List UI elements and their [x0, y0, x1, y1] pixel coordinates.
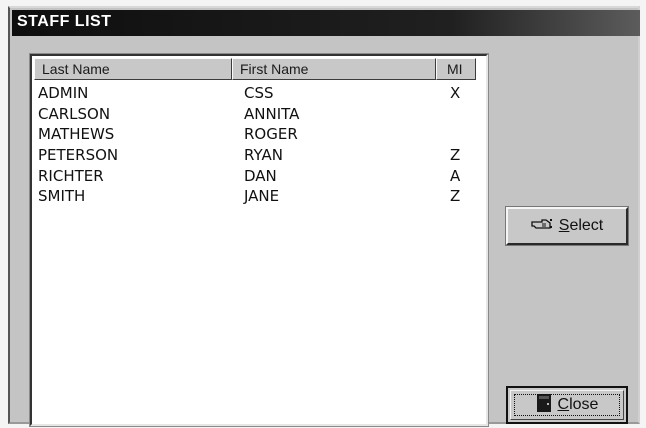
list-rows: ADMIN CSS X CARLSON ANNITA MATHEWS ROGER…	[34, 83, 480, 207]
cell-last-name: RICHTER	[38, 166, 104, 185]
cell-first-name: ANNITA	[244, 104, 300, 123]
cell-mi: X	[450, 84, 461, 102]
staff-list-window: STAFF LIST Last Name First Name MI ADMIN…	[8, 6, 640, 427]
close-button-label: Close	[557, 396, 599, 413]
cell-first-name: RYAN	[244, 146, 283, 165]
column-header-mi[interactable]: MI	[436, 58, 476, 80]
door-icon	[536, 393, 552, 418]
cell-mi: Z	[450, 187, 461, 206]
cell-first-name: DAN	[244, 166, 277, 185]
cell-last-name: MATHEWS	[38, 125, 115, 144]
column-header-first-name[interactable]: First Name	[232, 58, 436, 80]
title-bar[interactable]: STAFF LIST	[12, 10, 640, 36]
select-button[interactable]: Select	[505, 206, 629, 246]
staff-list-view[interactable]: Last Name First Name MI ADMIN CSS X CARL…	[29, 53, 489, 427]
list-row[interactable]: RICHTER DAN A	[34, 166, 480, 187]
list-row[interactable]: PETERSON RYAN Z	[34, 145, 480, 166]
list-row[interactable]: SMITH JANE Z	[34, 186, 480, 207]
cell-mi: Z	[450, 146, 461, 165]
list-header: Last Name First Name MI	[34, 58, 476, 80]
cell-last-name: SMITH	[38, 187, 86, 206]
close-button-face: Close	[510, 390, 624, 420]
window-title: STAFF LIST	[17, 13, 112, 30]
select-button-label: Select	[558, 217, 604, 234]
cell-last-name: PETERSON	[38, 146, 119, 165]
list-row[interactable]: MATHEWS ROGER	[34, 124, 480, 145]
close-button[interactable]: Close	[506, 386, 628, 424]
column-header-last-name[interactable]: Last Name	[34, 58, 232, 80]
cell-last-name: ADMIN	[38, 84, 89, 102]
list-row[interactable]: CARLSON ANNITA	[34, 104, 480, 125]
list-row[interactable]: ADMIN CSS X	[34, 83, 480, 104]
cell-first-name: JANE	[244, 187, 280, 206]
cell-first-name: CSS	[244, 84, 274, 102]
cell-mi	[442, 124, 480, 145]
cell-mi: A	[450, 166, 461, 185]
cell-first-name: ROGER	[244, 125, 298, 144]
pointing-hand-icon	[531, 216, 553, 237]
cell-last-name: CARLSON	[38, 104, 111, 123]
cell-mi	[442, 104, 480, 125]
